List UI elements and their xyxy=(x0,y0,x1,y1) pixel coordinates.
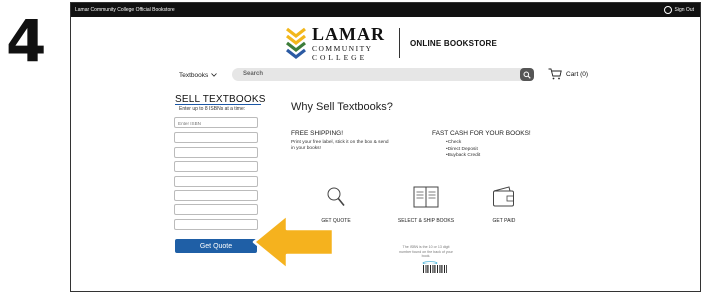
logo-line-1: LAMAR xyxy=(312,24,385,44)
sell-subtitle: Enter up to 8 ISBNs at a time: xyxy=(179,106,246,112)
isbn-field-5[interactable] xyxy=(174,176,258,187)
search-button[interactable] xyxy=(520,68,534,81)
payment-option: Buyback Credit xyxy=(446,153,481,160)
step-select-ship: SELECT & SHIP BOOKS xyxy=(391,186,461,224)
site-name: Lamar Community College Official Booksto… xyxy=(75,7,175,13)
isbn-field-4[interactable] xyxy=(174,161,258,172)
textbooks-label: Textbooks xyxy=(179,71,209,79)
isbn-field-2[interactable] xyxy=(174,132,258,143)
step-label: SELECT & SHIP BOOKS xyxy=(397,218,455,224)
isbn-field-8[interactable] xyxy=(174,219,258,230)
get-quote-button[interactable]: Get Quote xyxy=(175,239,257,253)
logo-divider xyxy=(399,28,400,58)
user-icon xyxy=(663,6,672,14)
isbn-note: The ISBN is the 10 or 13 digit number fo… xyxy=(399,245,453,258)
title-underline xyxy=(175,104,261,105)
search-placeholder: Search xyxy=(243,71,264,77)
wallet-icon xyxy=(493,186,514,207)
step-number: 4 xyxy=(6,7,47,75)
why-sell-heading: Why Sell Textbooks? xyxy=(291,101,393,113)
top-bar: Lamar Community College Official Booksto… xyxy=(71,3,700,17)
store-name: ONLINE BOOKSTORE xyxy=(410,38,498,48)
free-shipping-desc: Print your free label, stick it on the b… xyxy=(291,140,389,151)
isbn-field-6[interactable] xyxy=(174,190,258,201)
logo-line-3: COLLEGE xyxy=(312,52,368,62)
logo-line-2: COMMUNITY xyxy=(312,44,373,53)
nav-textbooks-menu[interactable]: Textbooks xyxy=(179,69,218,81)
isbn-field-7[interactable] xyxy=(174,204,258,215)
cart-link[interactable]: Cart (0) xyxy=(548,68,588,80)
free-shipping-title: FREE SHIPPING! xyxy=(291,130,344,137)
arrow-pointer-icon xyxy=(252,213,335,271)
step-label: GET PAID xyxy=(492,218,516,224)
book-icon xyxy=(413,186,439,208)
cart-label: Cart (0) xyxy=(566,70,589,78)
search-input[interactable]: Search xyxy=(232,68,532,81)
isbn-field-3[interactable] xyxy=(174,147,258,158)
fast-cash-title: FAST CASH FOR YOUR BOOKS! xyxy=(432,130,531,137)
barcode-image xyxy=(422,261,448,276)
college-logo[interactable]: LAMAR COMMUNITY COLLEGE ONLINE BOOKSTORE xyxy=(286,25,497,61)
step-get-paid: GET PAID xyxy=(469,186,539,224)
magnifier-icon xyxy=(327,187,345,207)
chevron-down-icon xyxy=(211,73,218,77)
search-icon xyxy=(523,71,531,79)
sign-out-label: Sign Out xyxy=(674,7,694,13)
isbn-field-1[interactable]: Enter ISBN xyxy=(174,117,258,128)
payment-options-list: Check Direct Deposit Buyback Credit xyxy=(446,140,481,160)
cart-icon xyxy=(548,68,562,80)
screenshot-frame: Lamar Community College Official Booksto… xyxy=(70,2,701,292)
sign-out-link[interactable]: Sign Out xyxy=(663,6,694,14)
chevron-logo-icon xyxy=(286,26,306,60)
